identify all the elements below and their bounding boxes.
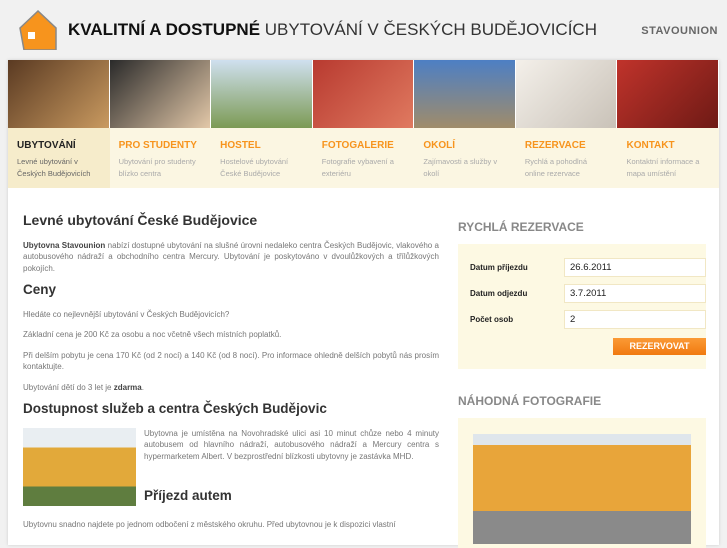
- nav-pro-studenty[interactable]: PRO STUDENTY Ubytování pro studenty blízk…: [110, 128, 212, 188]
- nav-subtitle: Ubytování pro studenty blízko centra: [118, 157, 196, 178]
- page-container: UBYTOVÁNÍ Levné ubytování v Českých Buděj…: [8, 60, 720, 548]
- paragraph: Hledáte co nejlevnější ubytování v Český…: [23, 309, 230, 319]
- header: KVALITNÍ A DOSTUPNÉ UBYTOVÁNÍ V ČESKÝCH …: [0, 0, 727, 60]
- banner-images: [8, 60, 720, 128]
- departure-label: Datum odjezdu: [470, 289, 528, 298]
- nav-subtitle: Kontaktní informace a mapa umístění: [626, 157, 700, 178]
- nav-title: FOTOGALERIE: [321, 140, 394, 151]
- page-title: Levné ubytování České Budějovice: [23, 212, 258, 228]
- nav-title: OKOLÍ: [423, 140, 455, 151]
- nav-subtitle: Levné ubytování v Českých Budějovicích: [17, 157, 91, 178]
- sidebar: RYCHLÁ REZERVACE Datum příjezdu Datum od…: [458, 220, 706, 548]
- prices-heading: Ceny: [23, 282, 57, 297]
- nav-hostel[interactable]: HOSTEL Hostelové ubytování České Budějovi…: [211, 128, 313, 188]
- paragraph: Základní cena je 200 Kč za osobu a noc v…: [23, 330, 282, 339]
- intro-paragraph: Ubytovna Stavounion nabízí dostupné ubyt…: [23, 240, 439, 273]
- nav-subtitle: Fotografie vybavení a exteriéru: [321, 157, 394, 178]
- car-heading: Příjezd autem: [144, 488, 232, 503]
- main-content: Levné ubytování České Budějovice Ubytovn…: [23, 212, 439, 539]
- building-photo[interactable]: [23, 427, 136, 506]
- random-photo-box: [458, 418, 706, 548]
- nav-rezervace[interactable]: REZERVACE Rychlá a pohodlná online rezerv…: [516, 128, 618, 188]
- arrival-date-input[interactable]: [564, 258, 706, 277]
- banner-photo-room: [8, 60, 110, 128]
- departure-date-input[interactable]: [564, 284, 706, 303]
- nav-kontakt[interactable]: KONTAKT Kontaktní informace a mapa umístě…: [617, 128, 719, 188]
- banner-photo-students: [109, 60, 212, 128]
- random-photo-heading: NÁHODNÁ FOTOGRAFIE: [458, 394, 602, 408]
- site-title: KVALITNÍ A DOSTUPNÉ UBYTOVÁNÍ V ČESKÝCH …: [68, 20, 597, 39]
- paragraph: Ubytování dětí do 3 let je zdarma.: [23, 382, 144, 392]
- banner-photo-town: [414, 60, 516, 128]
- banner-photo-phonebox: [617, 60, 720, 128]
- nav-title: REZERVACE: [524, 140, 586, 151]
- brand-logo[interactable]: STAVOUNION: [641, 25, 718, 37]
- persons-label: Počet osob: [470, 315, 514, 324]
- persons-input[interactable]: [564, 310, 706, 329]
- nav-fotogalerie[interactable]: FOTOGALERIE Fotografie vybavení a exterié…: [313, 128, 415, 188]
- reservation-heading: RYCHLÁ REZERVACE: [458, 220, 584, 234]
- nav-subtitle: Hostelové ubytování České Budějovice: [220, 157, 289, 178]
- nav-okoli[interactable]: OKOLÍ Zajímavosti a služby v okolí: [414, 128, 516, 188]
- nav-subtitle: Rychlá a pohodlná online rezervace: [524, 157, 588, 178]
- banner-photo-reservation: [515, 60, 618, 128]
- paragraph: Při delším pobytu je cena 170 Kč (od 2 n…: [23, 350, 439, 372]
- arrival-label: Datum příjezdu: [470, 263, 528, 272]
- house-logo-icon[interactable]: [16, 8, 60, 50]
- reservation-form: Datum příjezdu Datum odjezdu Počet osob …: [458, 244, 706, 369]
- paragraph: Ubytovnu snadno najdete po jednom odboče…: [23, 519, 396, 529]
- nav-title: UBYTOVÁNÍ: [17, 140, 76, 151]
- random-photo[interactable]: [473, 434, 691, 544]
- nav-title: KONTAKT: [626, 140, 675, 151]
- nav-ubytovani[interactable]: UBYTOVÁNÍ Levné ubytování v Českých Buděj…: [8, 128, 110, 188]
- nav-title: PRO STUDENTY: [118, 140, 197, 151]
- reserve-button[interactable]: REZERVOVAT: [613, 337, 706, 355]
- banner-photo-hikers: [211, 60, 313, 128]
- access-heading: Dostupnost služeb a centra Českých Buděj…: [23, 401, 327, 416]
- nav-subtitle: Zajímavosti a služby v okolí: [423, 157, 498, 178]
- banner-photo-gallery: [312, 60, 415, 128]
- main-nav: UBYTOVÁNÍ Levné ubytování v Českých Buděj…: [8, 128, 719, 188]
- nav-title: HOSTEL: [220, 140, 261, 151]
